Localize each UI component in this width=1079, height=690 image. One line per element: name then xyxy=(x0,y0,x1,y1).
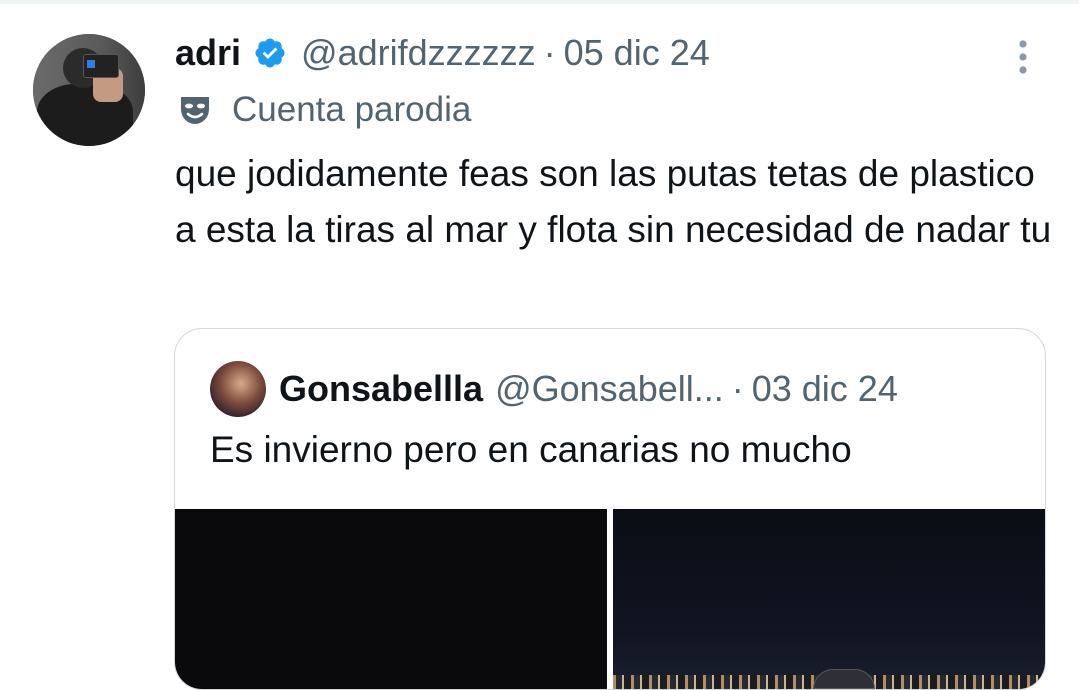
quoted-tweet-header: Gonsabellla @Gonsabell... · 03 dic 24 xyxy=(279,363,898,415)
more-vertical-icon[interactable] xyxy=(1014,38,1032,78)
tweet-text: que jodidamente feas son las putas tetas… xyxy=(175,153,1052,250)
parody-label-text: Cuenta parodia xyxy=(232,90,472,129)
tweet-header: adri @adrifdzzzzzz · 05 dic 24 xyxy=(175,28,710,78)
separator-dot: · xyxy=(543,32,556,73)
quoted-tweet-date[interactable]: 03 dic 24 xyxy=(752,368,898,410)
author-name[interactable]: adri xyxy=(175,32,241,74)
theater-masks-icon xyxy=(181,97,209,124)
quoted-tweet-text: Es invierno pero en canarias no mucho xyxy=(210,429,852,470)
parody-label: Cuenta parodia xyxy=(178,86,471,134)
quoted-media-image-2[interactable] xyxy=(613,509,1045,689)
top-divider xyxy=(0,0,1079,4)
author-avatar[interactable] xyxy=(33,34,145,146)
author-handle[interactable]: @adrifdzzzzzz xyxy=(301,32,536,74)
quoted-tweet-card[interactable]: Gonsabellla @Gonsabell... · 03 dic 24 Es… xyxy=(174,328,1046,690)
quoted-author-name[interactable]: Gonsabellla xyxy=(279,368,483,410)
quoted-separator-dot: · xyxy=(731,368,744,409)
quoted-media-image-1[interactable] xyxy=(175,509,607,689)
image-figure-decoration xyxy=(813,669,875,689)
tweet-date[interactable]: 05 dic 24 xyxy=(564,32,710,74)
verified-badge-icon xyxy=(255,38,285,68)
quoted-author-handle[interactable]: @Gonsabell... xyxy=(495,368,724,410)
quoted-author-avatar[interactable] xyxy=(210,361,266,417)
